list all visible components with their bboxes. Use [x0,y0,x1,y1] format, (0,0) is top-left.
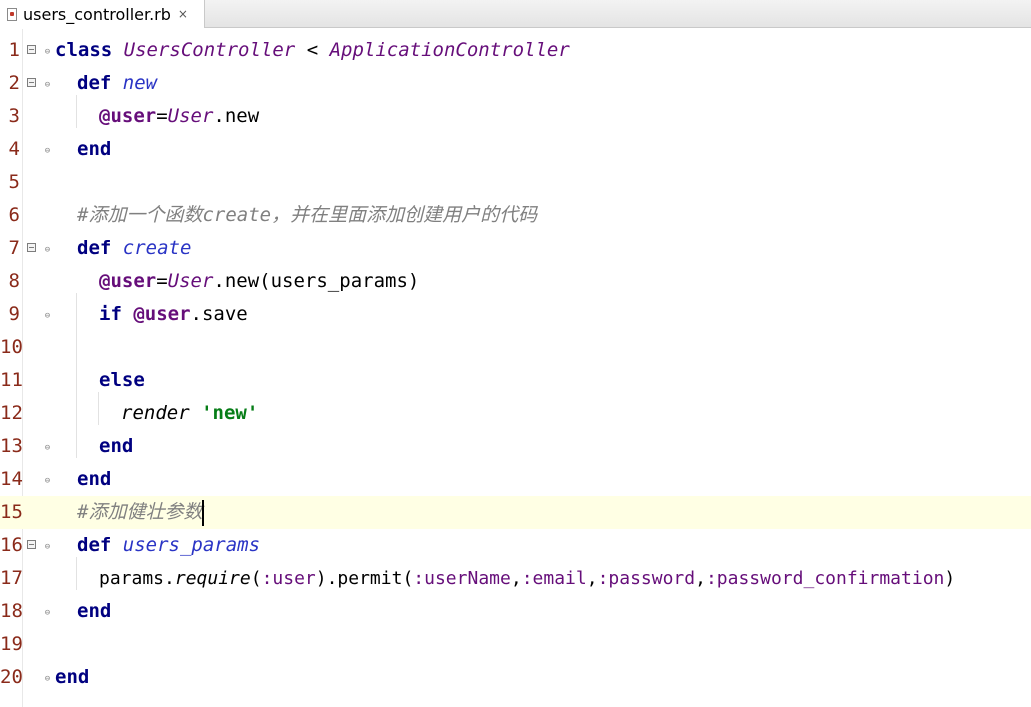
fold-icon[interactable]: ⊖ [43,246,52,255]
line-number: 14 [0,468,23,490]
line-number: 18 [0,600,23,622]
code-line-14[interactable]: 14 ⊖ end [0,463,1031,496]
code-text: end [55,666,90,688]
code-text: end [77,600,112,622]
tab-users-controller[interactable]: users_controller.rb × [0,0,205,28]
line-number: 5 [8,171,20,193]
code-text: end [77,138,112,160]
code-text: render 'new' [121,402,259,424]
line-number: 4 [8,138,20,160]
code-text: @user=User.new(users_params) [99,270,420,292]
code-line-19[interactable]: 19 [0,628,1031,661]
code-text: params.require(:user).permit(:userName,:… [99,568,956,589]
line-number: 9 [8,303,20,325]
code-line-9[interactable]: 9 ⊖ if @user.save [0,298,1031,331]
code-line-11[interactable]: 11 else [0,364,1031,397]
line-number: 12 [0,402,23,424]
fold-icon[interactable]: ⊖ [43,81,52,90]
code-line-20[interactable]: 20 ⊖ end [0,661,1031,694]
line-number: 7 [8,237,20,259]
code-text: #添加健壮参数 [77,496,205,529]
code-line-15[interactable]: 15 #添加健壮参数 [0,496,1031,529]
fold-icon[interactable]: ⊖ [43,147,52,156]
ruby-file-icon [7,7,17,21]
code-line-4[interactable]: 4 ⊖ end [0,133,1031,166]
fold-icon[interactable]: ⊖ [43,444,52,453]
line-number: 8 [8,270,20,292]
code-line-8[interactable]: 8 @user=User.new(users_params) [0,265,1031,298]
code-text: def users_params [77,534,261,556]
fold-icon[interactable]: ⊖ [43,675,52,684]
code-line-6[interactable]: 6 #添加一个函数create，并在里面添加创建用户的代码 [0,199,1031,232]
line-number: 6 [8,204,20,226]
code-text: class UsersController < ApplicationContr… [55,39,570,61]
close-tab-icon[interactable]: × [178,7,188,21]
code-line-2[interactable]: 2 ⊖ def new [0,67,1031,100]
code-line-10[interactable]: 10 [0,331,1031,364]
code-text: end [99,435,134,457]
line-number: 19 [0,633,23,655]
line-number: 13 [0,435,23,457]
fold-icon[interactable]: ⊖ [43,609,52,618]
line-number: 2 [8,72,20,94]
code-line-12[interactable]: 12 render 'new' [0,397,1031,430]
line-number: 20 [0,666,23,688]
method-marker-icon[interactable] [27,45,36,54]
code-text: #添加一个函数create，并在里面添加创建用户的代码 [77,204,538,226]
line-number: 11 [0,369,23,391]
tab-filename: users_controller.rb [23,4,171,24]
method-marker-icon[interactable] [27,78,36,87]
fold-icon[interactable]: ⊖ [43,543,52,552]
code-line-18[interactable]: 18 ⊖ end [0,595,1031,628]
code-text: @user=User.new [99,105,260,127]
code-line-17[interactable]: 17 params.require(:user).permit(:userNam… [0,562,1031,595]
method-marker-icon[interactable] [27,243,36,252]
line-number: 3 [8,105,20,127]
code-line-1[interactable]: 1 ⊖ class UsersController < ApplicationC… [0,34,1031,67]
code-text: end [77,468,112,490]
code-line-7[interactable]: 7 ⊖ def create [0,232,1031,265]
fold-icon[interactable]: ⊖ [43,312,52,321]
code-text: else [99,369,145,391]
code-line-16[interactable]: 16 ⊖ def users_params [0,529,1031,562]
line-number: 1 [8,39,20,61]
line-number: 10 [0,336,23,358]
line-number: 15 [0,501,23,523]
method-marker-icon[interactable] [27,540,36,549]
code-line-13[interactable]: 13 ⊖ end [0,430,1031,463]
line-number: 16 [0,534,23,556]
code-line-3[interactable]: 3 @user=User.new [0,100,1031,133]
code-text: def new [77,72,158,94]
line-number: 17 [0,567,23,589]
fold-icon[interactable]: ⊖ [43,48,52,57]
code-text: def create [77,237,192,259]
code-line-5[interactable]: 5 [0,166,1031,199]
fold-icon[interactable]: ⊖ [43,477,52,486]
code-editor[interactable]: 1 ⊖ class UsersController < ApplicationC… [0,29,1031,707]
code-text: if @user.save [99,303,248,325]
text-cursor [202,499,205,526]
editor-tab-bar: users_controller.rb × [0,0,1031,28]
